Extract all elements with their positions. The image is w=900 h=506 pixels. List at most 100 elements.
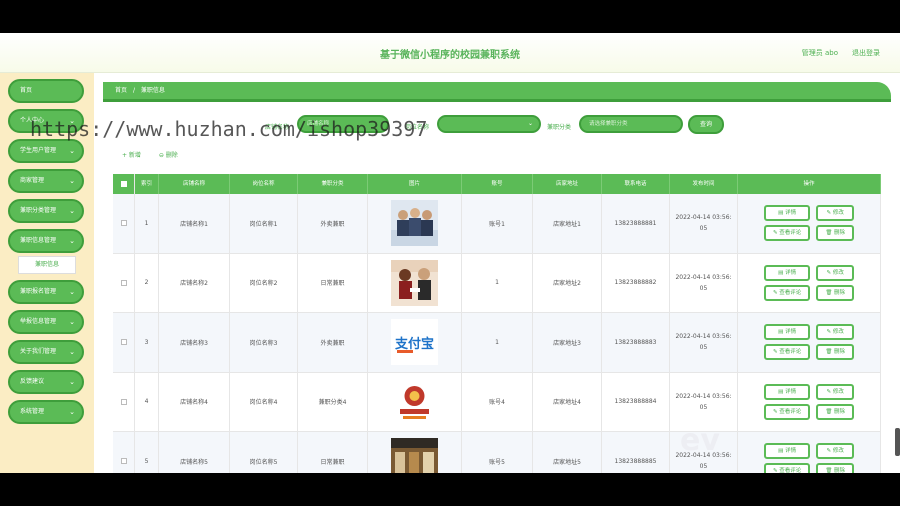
edit-button[interactable]: ✎ 修改	[816, 443, 855, 460]
view-comments-button[interactable]: ✎ 查看评论	[763, 403, 811, 420]
cell-actions: ▤ 详情 ✎ 修改 ✎ 查看评论 🗑 删除	[738, 253, 881, 312]
view-comments-button[interactable]: ✎ 查看评论	[763, 225, 811, 242]
sidebar-item-profile[interactable]: 个人中心 ⌄	[8, 109, 84, 133]
category-select[interactable]: 请选择兼职分类	[579, 115, 683, 133]
app-screen: 基于微信小程序的校园兼职系统 管理员 abo 退出登录 首页 个人中心 ⌄ 学生用…	[0, 33, 900, 473]
table-row: 2 店铺名称2 岗位名称2 日常兼职 1 店家地址2 13823888882 2…	[113, 253, 881, 313]
row-checkbox[interactable]	[120, 458, 127, 465]
sidebar-item-system[interactable]: 系统管理 ⌄	[8, 400, 84, 424]
store-name-label: 店铺名称	[265, 124, 290, 131]
cell-time: 2022-04-14 03:56: 05	[670, 313, 738, 372]
cell-address: 店家地址4	[533, 372, 602, 431]
row-checkbox[interactable]	[120, 220, 127, 227]
chevron-down-icon: ⌄	[69, 408, 75, 416]
table-row: 4 店铺名称4 岗位名称4 兼职分类4 账号4 店家地址4 1382388888…	[113, 372, 881, 432]
col-index: 索引	[135, 174, 159, 194]
cell-phone: 13823888885	[602, 432, 670, 473]
sidebar-subitem-job-info[interactable]: 兼职信息	[18, 256, 76, 274]
job-thumbnail-image: 支付宝	[391, 319, 438, 366]
cell-index: 4	[135, 372, 159, 431]
category-label: 兼职分类	[547, 124, 572, 131]
job-thumbnail-image	[391, 438, 438, 473]
view-comments-button[interactable]: ✎ 查看评论	[763, 284, 811, 301]
cell-store: 店铺名称4	[159, 372, 230, 431]
current-user: 管理员 abo	[801, 49, 838, 57]
cell-actions: ▤ 详情 ✎ 修改 ✎ 查看评论 🗑 删除	[738, 372, 881, 431]
row-checkbox-cell	[113, 194, 135, 253]
chevron-down-icon: ⌄	[69, 348, 75, 356]
chevron-down-icon: ⌄	[69, 318, 75, 326]
delete-button[interactable]: 🗑 删除	[816, 225, 855, 242]
table-toolbar: + 新增 ⊖ 删除	[122, 150, 194, 159]
edit-button[interactable]: ✎ 修改	[816, 205, 855, 222]
logout-link[interactable]: 退出登录	[852, 48, 880, 58]
delete-button[interactable]: 🗑 删除	[816, 463, 855, 473]
cell-time: 2022-04-14 03:56: 05	[670, 432, 738, 473]
checkbox[interactable]	[120, 181, 127, 187]
sidebar-item-job-info[interactable]: 兼职信息管理 ⌄	[8, 229, 84, 253]
select-all-checkbox[interactable]	[113, 174, 135, 194]
detail-button[interactable]: ▤ 详情	[763, 383, 811, 400]
sidebar-item-registrations[interactable]: 兼职报名管理 ⌄	[8, 280, 84, 304]
chevron-down-icon: ⌄	[69, 237, 75, 245]
view-comments-button[interactable]: ✎ 查看评论	[763, 463, 811, 473]
sidebar-item-merchants[interactable]: 商家管理 ⌄	[8, 169, 84, 193]
query-button[interactable]: 查询	[688, 115, 724, 134]
col-category: 兼职分类	[298, 174, 368, 194]
sidebar-item-about[interactable]: 关于我们管理 ⌄	[8, 340, 84, 364]
cell-job: 岗位名称3	[230, 313, 298, 372]
view-comments-button[interactable]: ✎ 查看评论	[763, 344, 811, 361]
row-checkbox-cell	[113, 253, 135, 312]
breadcrumb-home[interactable]: 首页	[115, 87, 127, 94]
sidebar-item-feedback[interactable]: 反馈建议 ⌄	[8, 370, 84, 394]
detail-button[interactable]: ▤ 详情	[763, 264, 811, 281]
cell-store: 店铺名称2	[159, 253, 230, 312]
edit-button[interactable]: ✎ 修改	[816, 383, 855, 400]
cell-address: 店家地址3	[533, 313, 602, 372]
sidebar-item-job-categories[interactable]: 兼职分类管理 ⌄	[8, 199, 84, 223]
sidebar-item-student-users[interactable]: 学生用户管理 ⌄	[8, 139, 84, 163]
col-time: 发布时间	[670, 174, 738, 194]
cell-category: 兼职分类4	[298, 372, 368, 431]
time-date: 2022-04-14 03:56:	[675, 273, 732, 281]
cell-phone: 13823888884	[602, 372, 670, 431]
cell-store: 店铺名称1	[159, 194, 230, 253]
sidebar-item-label: 系统管理	[20, 408, 45, 415]
cell-category: 日常兼职	[298, 253, 368, 312]
sidebar-item-home[interactable]: 首页	[8, 79, 84, 103]
time-seconds: 05	[699, 344, 708, 352]
row-checkbox[interactable]	[120, 339, 127, 346]
col-image: 图片	[368, 174, 462, 194]
detail-button[interactable]: ▤ 详情	[763, 324, 811, 341]
cell-category: 日常兼职	[298, 432, 368, 473]
cell-image	[368, 432, 462, 473]
job-name-label: 岗位名称	[405, 124, 430, 131]
cell-job: 岗位名称5	[230, 432, 298, 473]
batch-delete-button[interactable]: ⊖ 删除	[159, 152, 178, 159]
detail-button[interactable]: ▤ 详情	[763, 205, 811, 222]
chevron-down-icon: ⌄	[69, 117, 75, 125]
job-thumbnail-image	[391, 378, 438, 425]
sidebar: 首页 个人中心 ⌄ 学生用户管理 ⌄ 商家管理 ⌄ 兼职分类管理 ⌄ 兼职信息管理 ⌄ 兼…	[0, 73, 94, 473]
col-job: 岗位名称	[230, 174, 298, 194]
cell-index: 2	[135, 253, 159, 312]
job-thumbnail-image	[391, 200, 438, 247]
cell-address: 店家地址5	[533, 432, 602, 473]
add-button[interactable]: + 新增	[122, 152, 141, 159]
delete-button[interactable]: 🗑 删除	[816, 403, 855, 420]
delete-button[interactable]: 🗑 删除	[816, 284, 855, 301]
edit-button[interactable]: ✎ 修改	[816, 324, 855, 341]
store-name-input[interactable]: 店铺名称	[297, 115, 389, 133]
scrollbar-thumb[interactable]	[895, 428, 900, 456]
cell-account: 1	[462, 313, 533, 372]
chevron-down-icon: ⌄	[69, 177, 75, 185]
row-checkbox[interactable]	[120, 279, 127, 286]
chevron-down-icon: ⌄	[69, 378, 75, 386]
time-seconds: 05	[699, 225, 708, 233]
sidebar-item-reports[interactable]: 举报信息管理 ⌄	[8, 310, 84, 334]
delete-button[interactable]: 🗑 删除	[816, 344, 855, 361]
edit-button[interactable]: ✎ 修改	[816, 264, 855, 281]
row-checkbox[interactable]	[120, 398, 127, 405]
detail-button[interactable]: ▤ 详情	[763, 443, 811, 460]
job-name-input[interactable]: ⌄	[437, 115, 541, 133]
